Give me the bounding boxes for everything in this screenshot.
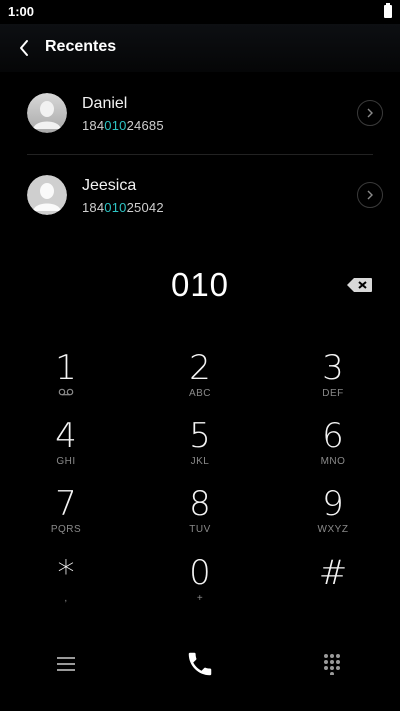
menu-button[interactable] [52,650,80,678]
key-letters: JKL [190,456,210,467]
key-0[interactable]: 0 + [145,555,255,619]
contact-name: Jeesica [82,177,137,194]
contact-name: Daniel [82,95,128,112]
key-digit: 0 [189,553,211,593]
status-bar: 1:00 [0,0,400,24]
key-2[interactable]: 2 ABC [145,350,255,414]
key-9[interactable]: 9 WXYZ [278,486,388,550]
avatar [27,93,67,133]
chevron-right-icon [367,190,373,200]
contact-number: 18401024685 [82,118,164,133]
key-digit: 3 [322,348,344,388]
key-letters: ABC [188,388,212,399]
key-digit: # [318,553,348,593]
key-8[interactable]: 8 TUV [145,486,255,550]
key-star[interactable]: * , [11,555,121,619]
dialpad-icon [324,654,340,675]
avatar [27,175,67,215]
key-digit: 9 [322,484,344,524]
backspace-button[interactable] [346,276,374,294]
battery-icon [384,3,392,18]
key-letters [278,593,388,605]
key-letters: , [64,593,68,604]
key-letters: + [196,593,204,604]
key-letters: WXYZ [317,524,349,535]
contact-number: 18401025042 [82,200,164,215]
contact-detail-button[interactable] [357,182,383,208]
key-7[interactable]: 7 PQRS [11,486,121,550]
back-button[interactable] [12,34,36,62]
key-digit: * [57,553,75,593]
call-button[interactable] [182,646,218,682]
key-digit: 6 [322,416,344,456]
phone-icon [188,652,212,676]
key-letters: PQRS [50,524,82,535]
key-5[interactable]: 5 JKL [145,418,255,482]
key-3[interactable]: 3 DEF [278,350,388,414]
key-digit: 1 [55,348,77,388]
key-digit: 8 [189,484,211,524]
dialpad-button[interactable] [318,650,346,678]
contact-detail-button[interactable] [357,100,383,126]
recent-contact-item[interactable]: Daniel 18401024685 [0,73,400,153]
key-hash[interactable]: # [278,555,388,619]
key-letters: DEF [322,388,344,399]
voicemail-icon [58,388,74,396]
status-time: 1:00 [8,4,35,19]
page-title: Recentes [45,38,117,55]
key-digit: 7 [55,484,77,524]
key-4[interactable]: 4 GHI [11,418,121,482]
chevron-right-icon [367,108,373,118]
recent-contact-item[interactable]: Jeesica 18401025042 [0,155,400,235]
chevron-left-icon [20,40,28,56]
app-bar: Recentes [0,24,400,72]
key-1[interactable]: 1 [11,350,121,414]
key-letters: MNO [320,456,346,467]
dialed-number: 010 [170,266,230,303]
key-digit: 5 [189,416,211,456]
key-letters [11,388,121,400]
key-digit: 2 [189,348,211,388]
key-6[interactable]: 6 MNO [278,418,388,482]
menu-icon [57,657,75,671]
backspace-icon [347,278,372,292]
key-digit: 4 [55,416,77,456]
key-letters: TUV [189,524,211,535]
key-letters: GHI [56,456,76,467]
